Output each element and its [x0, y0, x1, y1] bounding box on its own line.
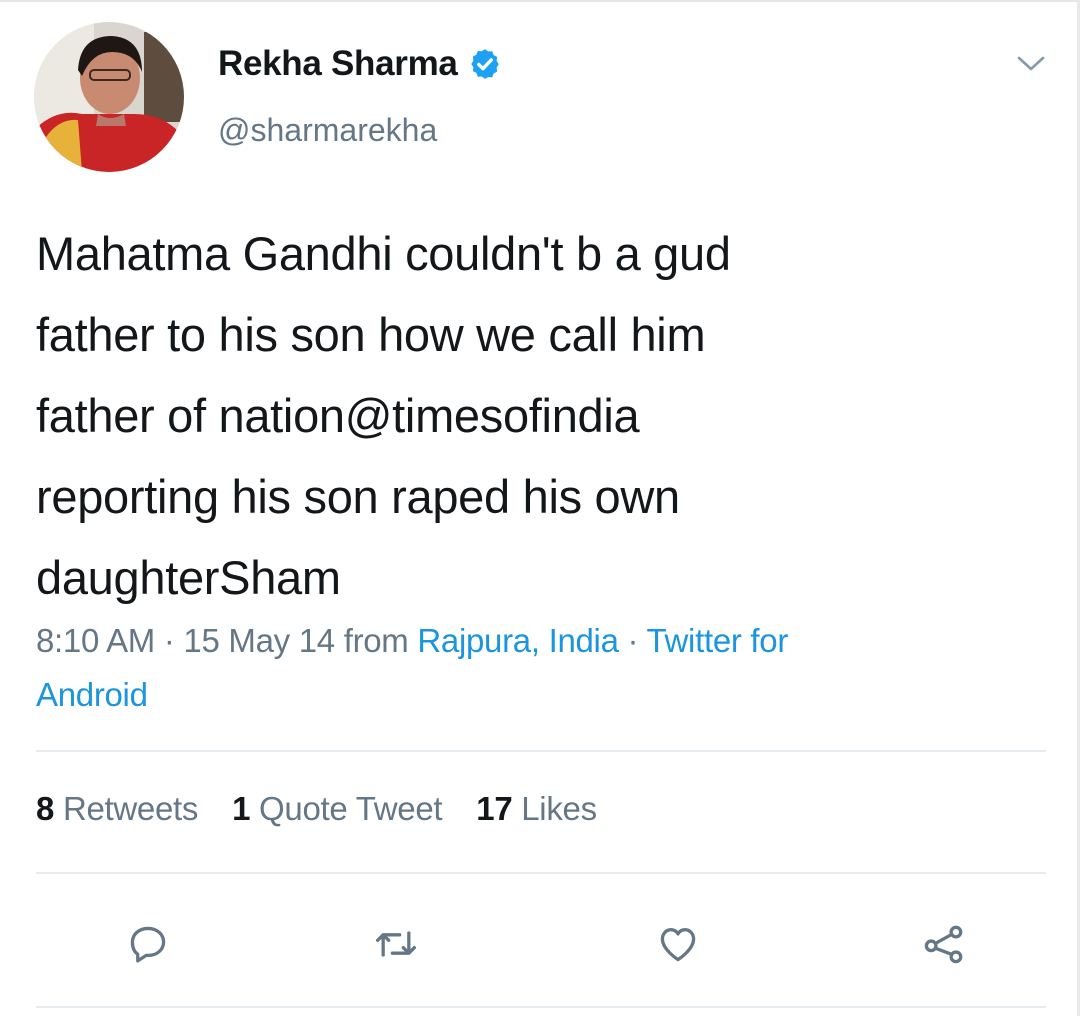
quotes-label: Quote Tweet	[259, 790, 443, 827]
retweet-icon	[376, 931, 416, 957]
quotes-count: 1	[232, 790, 251, 827]
share-icon	[924, 925, 963, 964]
retweets-label: Retweets	[62, 790, 199, 827]
like-button[interactable]	[652, 918, 704, 970]
quote-tweets-stat[interactable]: 1 Quote Tweet	[232, 790, 442, 827]
author-name[interactable]: Rekha Sharma	[218, 44, 458, 84]
source-link-continued[interactable]: Android	[36, 676, 148, 713]
author-name-row[interactable]: Rekha Sharma	[218, 44, 502, 84]
likes-count: 17	[476, 790, 513, 827]
divider	[36, 750, 1046, 752]
top-edge	[0, 0, 1080, 2]
retweet-button[interactable]	[370, 918, 422, 970]
tweet-stats: 8 Retweets 1 Quote Tweet 17 Likes	[36, 790, 631, 828]
retweets-stat[interactable]: 8 Retweets	[36, 790, 198, 827]
divider	[36, 1006, 1046, 1008]
share-button[interactable]	[918, 918, 970, 970]
divider	[36, 872, 1046, 874]
retweets-count: 8	[36, 790, 55, 827]
meta-separator: ·	[618, 622, 647, 659]
tweet-text: Mahatma Gandhi couldn't b a gud father t…	[36, 227, 731, 604]
reply-icon	[130, 926, 166, 963]
avatar[interactable]	[34, 22, 184, 172]
meta-separator: ·	[154, 622, 184, 659]
likes-stat[interactable]: 17 Likes	[476, 790, 597, 827]
tweet-meta: 8:10 AM · 15 May 14 from Rajpura, India …	[36, 614, 1046, 722]
likes-label: Likes	[521, 790, 597, 827]
author-handle[interactable]: @sharmarekha	[218, 112, 437, 149]
location-link[interactable]: Rajpura, India	[417, 622, 619, 659]
reply-button[interactable]	[122, 918, 174, 970]
tweet-date: 15 May 14	[183, 622, 335, 659]
chevron-down-icon[interactable]	[1013, 50, 1049, 78]
from-label: from	[334, 622, 418, 659]
source-link[interactable]: Twitter for	[646, 622, 788, 659]
verified-badge-icon	[468, 47, 502, 81]
tweet-time: 8:10 AM	[36, 622, 155, 659]
heart-icon	[660, 928, 696, 962]
